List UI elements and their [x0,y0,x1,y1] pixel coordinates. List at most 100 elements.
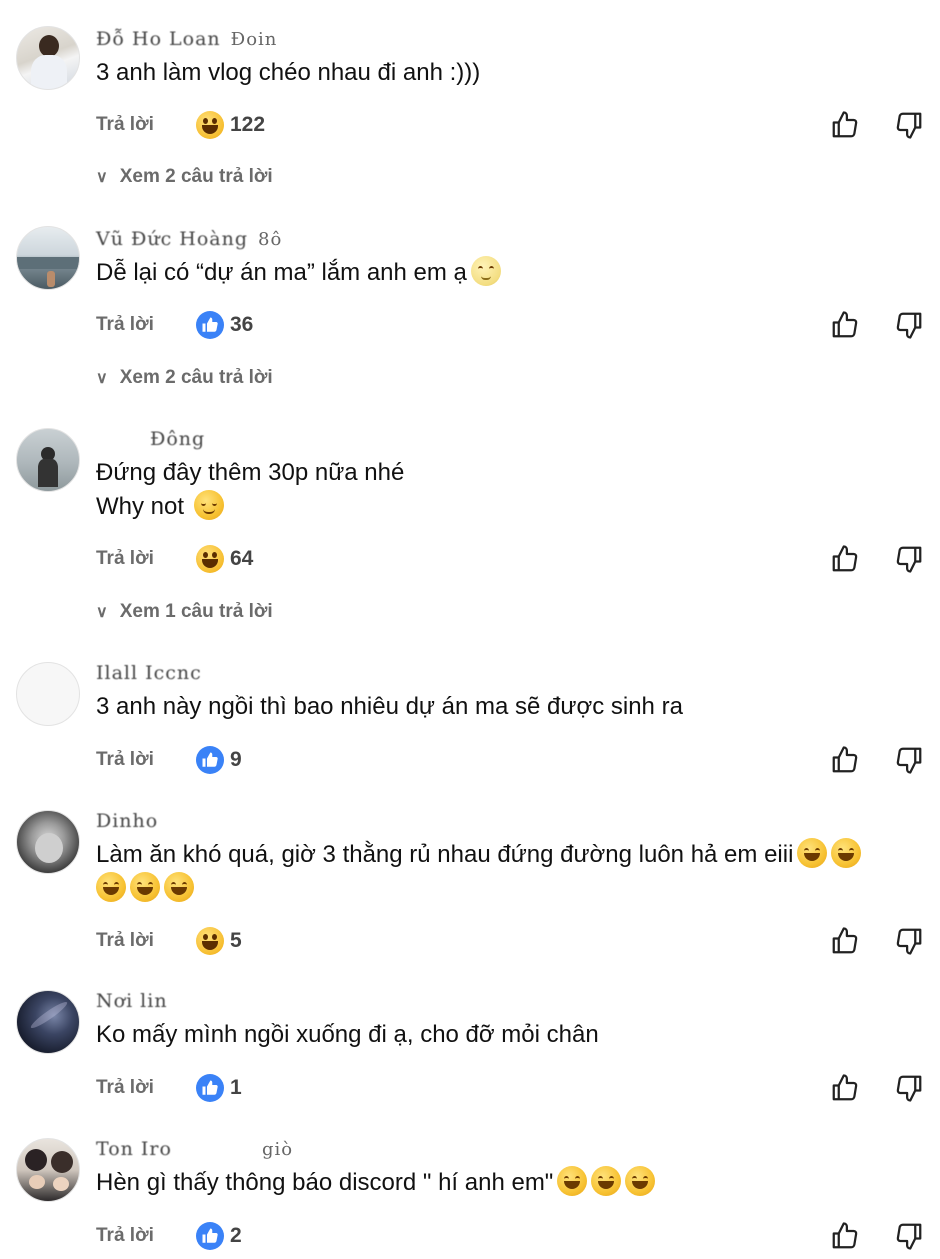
comment-author-name: Đông [150,428,206,450]
like-reaction-icon [196,1222,224,1250]
reaction-count: 36 [230,313,254,336]
rolling-laughing-emoji-icon [831,838,862,868]
avatar[interactable] [16,1138,80,1202]
thumbs-down-icon[interactable] [894,745,924,775]
thumbs-up-icon[interactable] [830,110,860,140]
view-replies-link[interactable]: ∨ Xem 2 câu trả lời [96,367,273,389]
comment-actions: Trả lời 36 [96,310,926,340]
haha-reaction-icon [196,927,224,955]
grinning-squinting-emoji-icon [591,1166,622,1196]
chevron-down-icon: ∨ [96,604,108,621]
thumbs-up-icon[interactable] [830,544,860,574]
comment-line-2 [96,872,861,906]
reaction-count: 2 [230,1224,242,1247]
view-replies-link[interactable]: ∨ Xem 2 câu trả lời [96,166,273,188]
comment-actions: Trả lời 5 [96,926,926,956]
comment-author[interactable]: Nơi lin [96,990,168,1012]
comment-author-name: Ton Iro [96,1138,172,1160]
thumbs-up-icon[interactable] [830,1221,860,1251]
comment-author-name: Ilall Iccnc [96,662,202,684]
comment-time: Đoin [230,29,278,50]
reaction-count: 1 [230,1076,242,1099]
comment-author-name: Nơi lin [96,990,168,1012]
reaction-summary[interactable]: 2 [196,1221,242,1251]
reaction-count: 9 [230,748,242,771]
grinning-squinting-emoji-icon [557,1166,588,1196]
comment-text: 3 anh làm vlog chéo nhau đi anh :))) [96,56,480,90]
chevron-down-icon: ∨ [96,370,108,387]
avatar[interactable] [16,428,80,492]
reply-button[interactable]: Trả lời [96,114,154,136]
thumbs-up-icon[interactable] [830,745,860,775]
reaction-count: 64 [230,547,254,570]
moon-face-emoji-icon [470,256,501,286]
comment-line: 3 anh làm vlog chéo nhau đi anh :))) [96,59,481,86]
rolling-laughing-emoji-icon [130,872,160,902]
comment-line: 3 anh này ngồi thì bao nhiêu dự án ma sẽ… [96,693,683,720]
comment-line-1: Làm ăn khó quá, giờ 3 thằng rủ nhau đứng… [96,838,862,872]
reply-button[interactable]: Trả lời [96,314,154,336]
comment-author[interactable]: Dinho [96,810,158,832]
reaction-count: 122 [230,113,266,136]
view-replies-label: Xem 2 câu trả lời [119,367,273,388]
reaction-summary[interactable]: 122 [196,110,265,140]
avatar[interactable] [16,226,80,290]
reaction-summary[interactable]: 36 [196,310,253,340]
comment-author-name: Đỗ Ho Loan [96,28,221,50]
reply-button[interactable]: Trả lời [96,1225,154,1247]
comment-text: Làm ăn khó quá, giờ 3 thằng rủ nhau đứng… [96,838,862,906]
comment-author[interactable]: Đông [150,428,205,450]
comment-line: Đứng đây thêm 30p nữa nhé [96,459,405,486]
grinning-squinting-emoji-icon [625,1166,656,1196]
comment-author[interactable]: Ton Iro giò [96,1138,293,1160]
comment-actions: Trả lời 64 [96,544,926,574]
like-reaction-icon [196,311,224,339]
comment-text: Ko mấy mình ngồi xuống đi ạ, cho đỡ mỏi … [96,1018,599,1052]
comment-text: Hèn gì thấy thông báo discord " hí anh e… [96,1166,656,1200]
comment-actions: Trả lời 9 [96,745,926,775]
avatar[interactable] [16,26,80,90]
comment-author[interactable]: Ilall Iccnc [96,662,202,684]
reply-button[interactable]: Trả lời [96,548,154,570]
view-replies-link[interactable]: ∨ Xem 1 câu trả lời [96,601,273,623]
view-replies-label: Xem 1 câu trả lời [119,601,273,622]
reaction-count: 5 [230,929,242,952]
relieved-face-emoji-icon [194,490,225,520]
comment-actions: Trả lời 122 [96,110,926,140]
comment-text: Đứng đây thêm 30p nữa nhé Why not [96,456,404,524]
thumbs-up-icon[interactable] [830,926,860,956]
thumbs-down-icon[interactable] [894,1221,924,1251]
chevron-down-icon: ∨ [96,169,108,186]
comment-author-name: Dinho [96,810,159,832]
reaction-summary[interactable]: 64 [196,544,253,574]
thumbs-down-icon[interactable] [894,544,924,574]
reaction-summary[interactable]: 5 [196,926,242,956]
avatar[interactable] [16,810,80,874]
thumbs-down-icon[interactable] [894,1073,924,1103]
thumbs-up-icon[interactable] [830,310,860,340]
comment-line: Hèn gì thấy thông báo discord " hí anh e… [96,1169,554,1196]
thumbs-down-icon[interactable] [894,926,924,956]
comment-author[interactable]: Vũ Đức Hoàng 8ô [96,228,282,250]
comment-actions: Trả lời 2 [96,1221,926,1251]
comment-time: giò [261,1139,294,1160]
rolling-laughing-emoji-icon [164,872,194,902]
comment-line: Ko mấy mình ngồi xuống đi ạ, cho đỡ mỏi … [96,1021,599,1048]
reply-button[interactable]: Trả lời [96,1077,154,1099]
comment-line: Làm ăn khó quá, giờ 3 thằng rủ nhau đứng… [96,841,794,868]
reaction-summary[interactable]: 1 [196,1073,242,1103]
thumbs-down-icon[interactable] [894,310,924,340]
reply-button[interactable]: Trả lời [96,930,154,952]
comment-author[interactable]: Đỗ Ho Loan Đoin [96,28,277,50]
reply-button[interactable]: Trả lời [96,749,154,771]
thumbs-down-icon[interactable] [894,110,924,140]
rolling-laughing-emoji-icon [797,838,828,868]
reaction-summary[interactable]: 9 [196,745,242,775]
avatar[interactable] [16,990,80,1054]
haha-reaction-icon [196,111,224,139]
rolling-laughing-emoji-icon [96,872,126,902]
avatar[interactable] [16,662,80,726]
thumbs-up-icon[interactable] [830,1073,860,1103]
comment-text: Dễ lại có “dự án ma” lắm anh em ạ [96,256,501,290]
comment-time: 8ô [258,229,283,250]
